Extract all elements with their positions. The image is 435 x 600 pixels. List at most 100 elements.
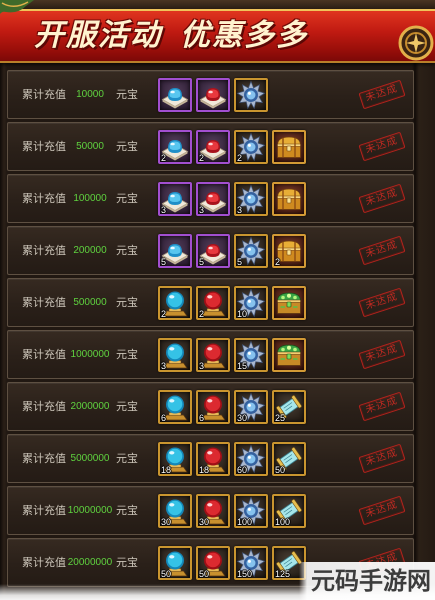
reward-tier-list[interactable]: 累计充值 10000 元宝 未达成 累计充值 50000 元宝 222 未达成 …	[7, 70, 414, 600]
item-count: 150	[237, 568, 253, 579]
reward-item-slot[interactable]: 6	[196, 389, 230, 424]
reward-items: 3 3 15	[158, 337, 306, 372]
tier-unit: 元宝	[116, 88, 138, 101]
item-count: 100	[275, 516, 291, 527]
item-count: 2	[199, 308, 205, 319]
reward-items: 18 18 60 50	[158, 441, 306, 476]
reward-item-slot[interactable]: 18	[196, 441, 230, 476]
status-stamp-text: 未达成	[364, 291, 400, 312]
reward-items: 2 2 2	[158, 129, 306, 164]
tier-unit: 元宝	[116, 140, 138, 153]
status-stamp: 未达成	[358, 339, 406, 370]
reward-item-slot[interactable]: 100	[234, 493, 268, 528]
item-count: 30	[199, 516, 210, 527]
reward-item-slot[interactable]: 50	[272, 441, 306, 476]
reward-item-slot[interactable]: 30	[158, 493, 192, 528]
status-stamp: 未达成	[358, 495, 406, 526]
reward-item-slot[interactable]: 30	[234, 389, 268, 424]
status-stamp-text: 未达成	[364, 135, 400, 156]
tier-amount: 10000000	[67, 505, 113, 516]
reward-item-slot[interactable]: 5	[234, 233, 268, 268]
tier-unit: 元宝	[116, 452, 138, 465]
tier-label: 累计充值	[22, 88, 66, 101]
reward-item-slot[interactable]: 2	[196, 285, 230, 320]
reward-item-slot[interactable]: 15	[234, 337, 268, 372]
reward-items: 2 2 10	[158, 285, 306, 320]
reward-item-slot[interactable]: 3	[158, 181, 192, 216]
tier-label: 累计充值	[22, 192, 66, 205]
reward-item-slot[interactable]: 100	[272, 493, 306, 528]
reward-item-slot[interactable]: 3	[158, 337, 192, 372]
reward-tier-row: 累计充值 10000 元宝 未达成	[7, 70, 414, 119]
dragon-ornament-icon	[0, 0, 34, 14]
tier-label: 累计充值	[22, 140, 66, 153]
reward-item-slot[interactable]: 25	[272, 389, 306, 424]
tier-label: 累计充值	[22, 244, 66, 257]
reward-item-slot[interactable]	[272, 181, 306, 216]
tier-unit: 元宝	[116, 556, 138, 569]
reward-item-slot[interactable]	[234, 77, 268, 112]
status-stamp: 未达成	[358, 443, 406, 474]
tier-amount: 2000000	[70, 401, 110, 412]
item-count: 6	[161, 412, 167, 423]
reward-item-slot[interactable]: 60	[234, 441, 268, 476]
tier-unit: 元宝	[116, 296, 138, 309]
reward-item-slot[interactable]: 2	[272, 233, 306, 268]
item-count: 3	[161, 204, 167, 215]
reward-item-slot[interactable]: 5	[196, 233, 230, 268]
item-count: 50	[275, 464, 286, 475]
tier-label: 累计充值	[22, 504, 66, 517]
status-stamp: 未达成	[358, 391, 406, 422]
banner-title-part2: 优惠多多	[180, 18, 308, 53]
banner-medallion-icon	[398, 25, 434, 61]
reward-item-slot[interactable]: 10	[234, 285, 268, 320]
reward-tier-row: 累计充值 10000000 元宝 30 30 100 100 未达成	[7, 486, 414, 535]
item-count: 3	[237, 204, 243, 215]
reward-item-slot[interactable]: 2	[234, 129, 268, 164]
banner-title-part1: 开服活动	[34, 18, 162, 53]
item-count: 5	[237, 256, 243, 267]
silver-orb-icon	[237, 80, 265, 109]
reward-item-slot[interactable]: 6	[158, 389, 192, 424]
tier-amount: 500000	[73, 297, 107, 308]
tier-label: 累计充值	[22, 452, 66, 465]
reward-item-slot[interactable]: 50	[196, 545, 230, 580]
item-count: 18	[161, 464, 172, 475]
gold-chest-icon	[276, 187, 302, 210]
blue-gem-on-cushion-icon	[162, 87, 188, 109]
tier-amount: 5000000	[70, 453, 110, 464]
item-count: 30	[237, 412, 248, 423]
reward-items: 30 30 100 100	[158, 493, 306, 528]
status-stamp-text: 未达成	[364, 83, 400, 104]
reward-item-slot[interactable]: 5	[158, 233, 192, 268]
reward-item-slot[interactable]: 3	[196, 337, 230, 372]
reward-item-slot[interactable]: 2	[158, 129, 192, 164]
reward-item-slot[interactable]	[272, 129, 306, 164]
item-count: 100	[237, 516, 253, 527]
item-count: 50	[161, 568, 172, 579]
reward-item-slot[interactable]: 30	[196, 493, 230, 528]
reward-item-slot[interactable]	[158, 77, 192, 112]
tier-unit: 元宝	[116, 192, 138, 205]
reward-item-slot[interactable]: 2	[196, 129, 230, 164]
reward-item-slot[interactable]: 3	[196, 181, 230, 216]
reward-tier-row: 累计充值 200000 元宝 5 5 5 2 未达成	[7, 226, 414, 275]
reward-item-slot[interactable]: 150	[234, 545, 268, 580]
status-stamp: 未达成	[358, 235, 406, 266]
status-stamp-text: 未达成	[364, 343, 400, 364]
green-chest-icon	[276, 291, 302, 314]
item-count: 3	[199, 204, 205, 215]
status-stamp: 未达成	[358, 131, 406, 162]
reward-item-slot[interactable]: 50	[158, 545, 192, 580]
item-count: 5	[199, 256, 205, 267]
reward-item-slot[interactable]: 18	[158, 441, 192, 476]
reward-item-slot[interactable]	[196, 77, 230, 112]
reward-tier-row: 累计充值 2000000 元宝 6 6 30 25 未达成	[7, 382, 414, 431]
item-count: 2	[237, 152, 243, 163]
reward-item-slot[interactable]	[272, 337, 306, 372]
reward-item-slot[interactable]: 2	[158, 285, 192, 320]
reward-item-slot[interactable]: 3	[234, 181, 268, 216]
tier-amount: 50000	[76, 141, 104, 152]
tier-unit: 元宝	[116, 348, 138, 361]
reward-item-slot[interactable]	[272, 285, 306, 320]
